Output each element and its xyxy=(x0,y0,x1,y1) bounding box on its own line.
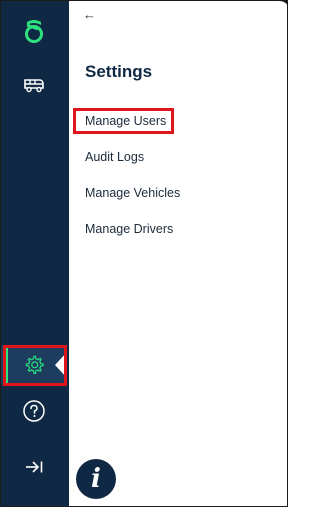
menu-item-manage-drivers[interactable]: Manage Drivers xyxy=(85,222,173,236)
back-arrow-icon[interactable]: ← xyxy=(83,7,96,23)
info-icon: i xyxy=(91,464,101,494)
sidebar-item-vehicles[interactable] xyxy=(1,65,67,105)
sidebar-item-help[interactable] xyxy=(1,391,67,431)
window-corner xyxy=(279,1,287,5)
page-title: Settings xyxy=(85,62,153,81)
van-icon xyxy=(24,79,44,93)
sidebar-rail xyxy=(1,1,67,506)
sidebar-collapse-button[interactable] xyxy=(1,447,67,487)
help-circle-icon xyxy=(23,400,45,422)
info-button[interactable]: i xyxy=(76,459,116,499)
app-window: ← Settings Manage Users Audit Logs Manag… xyxy=(0,0,288,507)
settings-highlight-box xyxy=(3,345,67,386)
settings-panel: ← Settings Manage Users Audit Logs Manag… xyxy=(69,1,287,506)
manage-users-highlight-box xyxy=(73,108,174,134)
menu-item-audit-logs[interactable]: Audit Logs xyxy=(85,150,144,164)
brand-logo-icon xyxy=(25,20,43,43)
collapse-arrow-icon xyxy=(26,461,43,473)
menu-item-manage-vehicles[interactable]: Manage Vehicles xyxy=(85,186,180,200)
